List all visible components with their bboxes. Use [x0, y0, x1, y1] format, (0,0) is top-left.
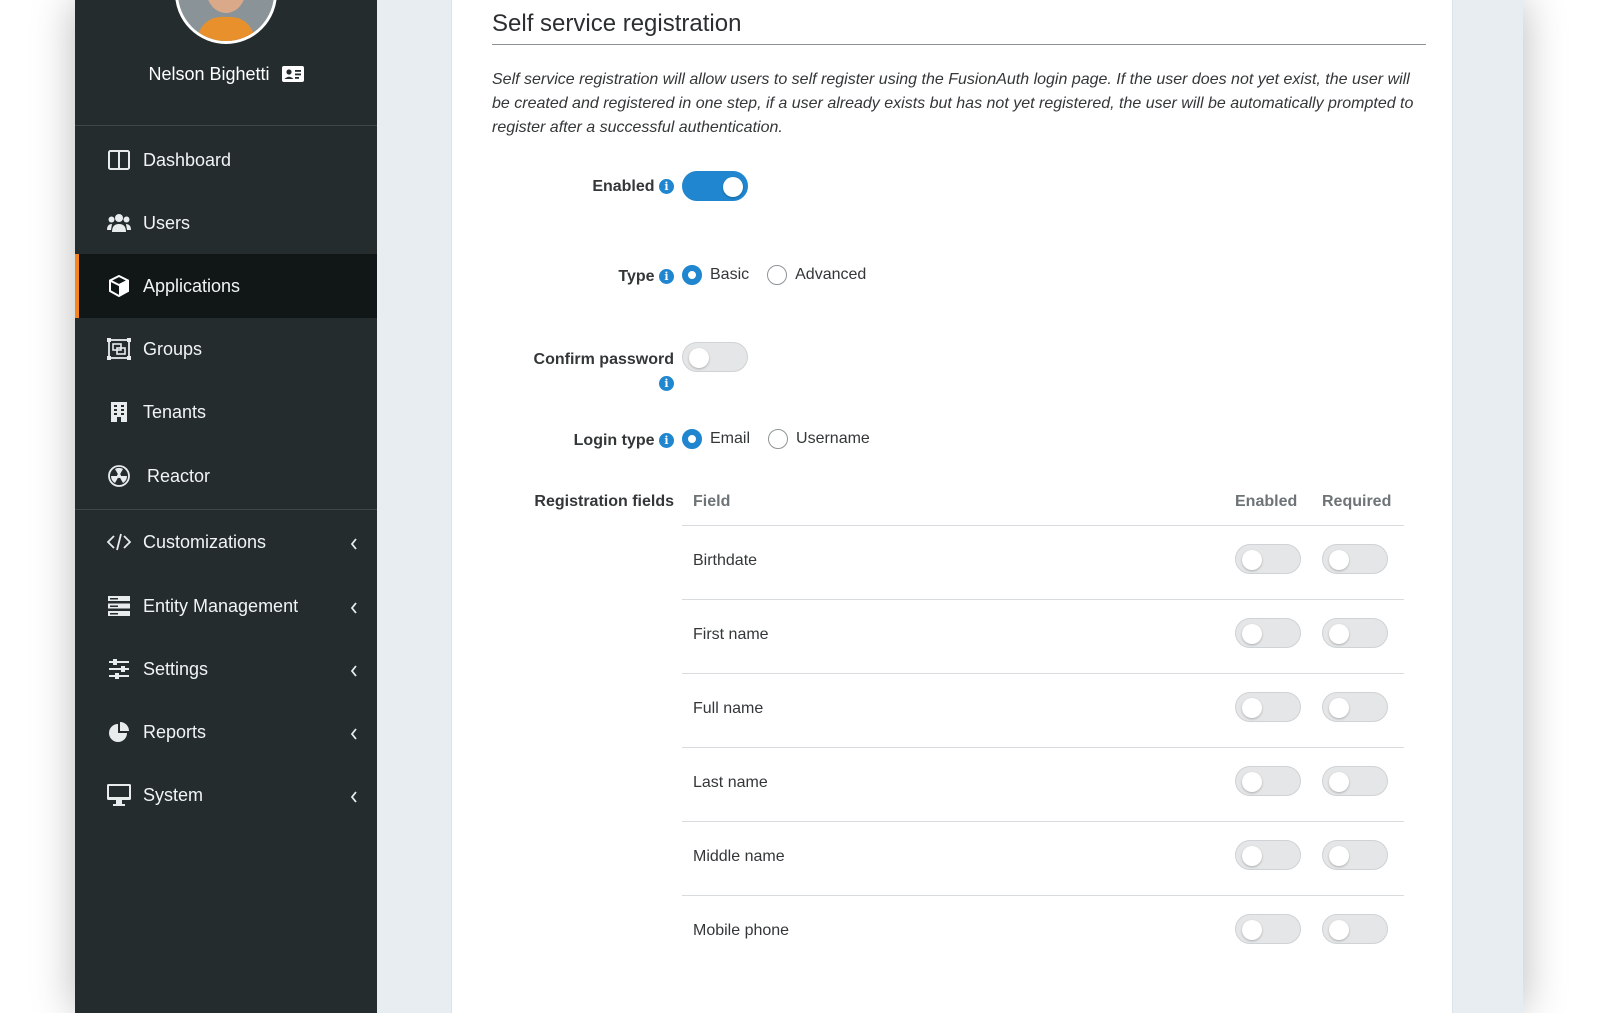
column-header-enabled: Enabled [1235, 493, 1298, 510]
field-required-toggle[interactable] [1322, 766, 1388, 796]
type-basic-option[interactable]: Basic [682, 265, 749, 285]
sidebar: Nelson Bighetti Dashboard Users Applicat… [75, 0, 377, 1013]
info-icon[interactable]: i [659, 269, 674, 284]
sidebar-item-users[interactable]: Users [75, 191, 377, 255]
user-name[interactable]: Nelson Bighetti [148, 64, 269, 85]
column-header-required: Required [1322, 493, 1392, 510]
sidebar-item-label: Users [143, 212, 191, 233]
chevron-left-icon [349, 599, 359, 614]
field-name: First name [693, 626, 769, 643]
chevron-left-icon [349, 535, 359, 550]
sidebar-item-label: Applications [143, 275, 241, 296]
sliders-icon [107, 657, 131, 681]
field-required-toggle[interactable] [1322, 914, 1388, 944]
table-row: Full name [682, 673, 1404, 748]
field-name: Middle name [693, 848, 785, 865]
server-icon [107, 594, 131, 618]
object-group-icon [107, 337, 131, 361]
radio-advanced[interactable] [767, 265, 788, 285]
field-required-toggle[interactable] [1322, 840, 1388, 870]
info-icon[interactable]: i [659, 179, 674, 194]
field-name: Mobile phone [693, 922, 790, 939]
sidebar-item-label: Tenants [143, 401, 207, 422]
sidebar-item-label: Reports [143, 721, 207, 742]
table-row: Birthdate [682, 525, 1404, 600]
radio-basic[interactable] [682, 265, 702, 285]
enabled-toggle[interactable] [682, 171, 748, 201]
sidebar-item-customizations[interactable]: Customizations [75, 510, 377, 574]
sidebar-item-label: System [143, 784, 204, 805]
cube-icon [107, 274, 131, 298]
type-label: Type i [618, 268, 674, 286]
type-advanced-option[interactable]: Advanced [767, 265, 866, 285]
confirm-password-toggle[interactable] [682, 342, 748, 372]
field-name: Birthdate [693, 552, 758, 569]
radio-username[interactable] [768, 429, 789, 449]
field-required-toggle[interactable] [1322, 544, 1388, 574]
table-row: Middle name [682, 821, 1404, 896]
sidebar-item-applications[interactable]: Applications [75, 254, 377, 318]
chevron-left-icon [349, 788, 359, 803]
app-window: Nelson Bighetti Dashboard Users Applicat… [75, 0, 1523, 1013]
sidebar-item-settings[interactable]: Settings [75, 637, 377, 701]
field-enabled-toggle[interactable] [1235, 840, 1301, 870]
field-enabled-toggle[interactable] [1235, 914, 1301, 944]
radiation-icon [107, 464, 131, 488]
login-type-radio-group: Email Username [682, 429, 888, 449]
sidebar-item-label: Customizations [143, 531, 267, 552]
sidebar-item-label: Reactor [147, 465, 211, 486]
field-enabled-toggle[interactable] [1235, 544, 1301, 574]
sidebar-item-entity-management[interactable]: Entity Management [75, 574, 377, 638]
field-enabled-toggle[interactable] [1235, 618, 1301, 648]
main-panel: Self service registration Self service r… [451, 0, 1453, 1013]
login-type-username-option[interactable]: Username [768, 429, 870, 449]
chevron-left-icon [349, 662, 359, 677]
section-title: Self service registration [492, 10, 742, 37]
building-icon [107, 400, 131, 424]
confirm-password-label: Confirm password i [533, 351, 674, 391]
enabled-label: Enabled i [592, 178, 674, 196]
field-name: Full name [693, 700, 764, 717]
sidebar-item-dashboard[interactable]: Dashboard [75, 128, 377, 192]
radio-email[interactable] [682, 429, 702, 449]
field-enabled-toggle[interactable] [1235, 766, 1301, 796]
section-divider [492, 44, 1426, 45]
field-enabled-toggle[interactable] [1235, 692, 1301, 722]
sidebar-divider [75, 125, 377, 126]
field-required-toggle[interactable] [1322, 692, 1388, 722]
pie-chart-icon [107, 720, 131, 744]
type-radio-group: Basic Advanced [682, 265, 884, 285]
field-name: Last name [693, 774, 768, 791]
table-row: First name [682, 599, 1404, 674]
sidebar-item-label: Entity Management [143, 595, 299, 616]
registration-fields-label: Registration fields [534, 493, 674, 510]
login-type-label: Login type i [574, 432, 674, 450]
sidebar-item-label: Settings [143, 658, 209, 679]
sidebar-item-reports[interactable]: Reports [75, 700, 377, 764]
sidebar-item-label: Dashboard [143, 149, 232, 170]
sidebar-item-reactor[interactable]: Reactor [75, 444, 377, 508]
login-type-email-option[interactable]: Email [682, 429, 750, 449]
sidebar-item-groups[interactable]: Groups [75, 317, 377, 381]
users-icon [107, 211, 131, 235]
info-icon[interactable]: i [659, 376, 674, 391]
sidebar-item-tenants[interactable]: Tenants [75, 380, 377, 444]
table-row: Last name [682, 747, 1404, 822]
column-header-field: Field [693, 493, 731, 510]
chevron-left-icon [349, 725, 359, 740]
sidebar-item-label: Groups [143, 338, 203, 359]
section-description: Self service registration will allow use… [492, 71, 1414, 136]
user-profile: Nelson Bighetti [75, 60, 377, 88]
field-required-toggle[interactable] [1322, 618, 1388, 648]
info-icon[interactable]: i [659, 433, 674, 448]
table-row: Mobile phone [682, 895, 1404, 970]
sidebar-item-system[interactable]: System [75, 763, 377, 827]
avatar[interactable] [175, 0, 277, 44]
code-icon [107, 530, 131, 554]
desktop-icon [107, 783, 131, 807]
id-card-icon[interactable] [281, 66, 304, 82]
columns-icon [107, 148, 131, 172]
